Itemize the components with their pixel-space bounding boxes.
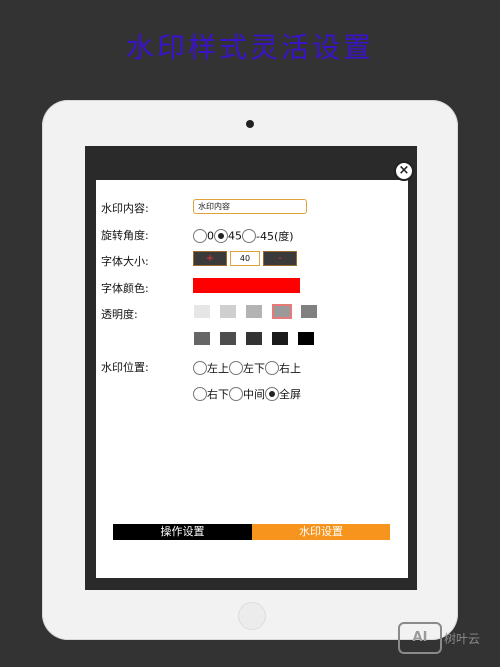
position-radio-bottom-left[interactable] [229, 361, 243, 375]
position-options-row1: 左上 左下 右上 [193, 360, 301, 376]
font-size-label: 字体大小: [101, 255, 149, 268]
promo-title: 水印样式灵活设置 [125, 31, 374, 64]
position-label-center: 中间 [243, 388, 265, 401]
font-color-picker[interactable] [193, 278, 300, 293]
font-size-increase-button[interactable]: + [193, 251, 227, 266]
rotation-label: 旋转角度: [101, 229, 149, 242]
rotation-radio-minus45[interactable] [242, 229, 256, 243]
bottom-tab-bar: 操作设置 水印设置 [113, 524, 390, 540]
position-label-bottom-left: 左下 [243, 362, 265, 375]
rotation-label-0: 0 [207, 229, 214, 243]
font-size-value[interactable]: 40 [230, 251, 260, 266]
home-button[interactable] [238, 602, 266, 630]
opacity-swatch[interactable] [194, 332, 210, 345]
opacity-swatch[interactable] [194, 305, 210, 318]
font-size-decrease-button[interactable]: - [263, 251, 297, 266]
rotation-label-45: 45 [228, 229, 242, 243]
tab-operation-settings[interactable]: 操作设置 [113, 524, 252, 540]
position-radio-bottom-right[interactable] [193, 387, 207, 401]
position-label-fullscreen: 全屏 [279, 388, 301, 401]
position-radio-top-left[interactable] [193, 361, 207, 375]
opacity-swatch[interactable] [301, 305, 317, 318]
opacity-swatch[interactable] [298, 332, 314, 345]
position-options-row2: 右下 中间 全屏 [193, 386, 301, 402]
rotation-label-minus45: -45(度) [256, 230, 294, 243]
position-label-top-left: 左上 [207, 362, 229, 375]
camera-dot [246, 120, 254, 128]
close-button[interactable]: × [394, 161, 414, 181]
position-radio-fullscreen[interactable] [265, 387, 279, 401]
position-label: 水印位置: [101, 361, 149, 374]
opacity-label: 透明度: [101, 308, 138, 321]
opacity-swatch[interactable] [246, 332, 262, 345]
opacity-swatch[interactable] [220, 305, 236, 318]
content-label: 水印内容: [101, 202, 149, 215]
content-input[interactable]: 水印内容 [193, 199, 307, 214]
position-radio-top-right[interactable] [265, 361, 279, 375]
rotation-radio-45[interactable] [214, 229, 228, 243]
watermark-logo-mark: AI [398, 622, 442, 654]
opacity-swatch-selected[interactable] [272, 304, 292, 319]
opacity-swatch[interactable] [220, 332, 236, 345]
watermark-logo-text: 树叶云 [444, 632, 481, 646]
position-label-top-right: 右上 [279, 362, 301, 375]
tab-watermark-settings[interactable]: 水印设置 [252, 524, 390, 540]
position-radio-center[interactable] [229, 387, 243, 401]
rotation-options: 0 45 -45(度) [193, 228, 294, 244]
opacity-swatch[interactable] [246, 305, 262, 318]
position-label-bottom-right: 右下 [207, 388, 229, 401]
rotation-radio-0[interactable] [193, 229, 207, 243]
font-color-label: 字体颜色: [101, 282, 149, 295]
opacity-swatch[interactable] [272, 332, 288, 345]
